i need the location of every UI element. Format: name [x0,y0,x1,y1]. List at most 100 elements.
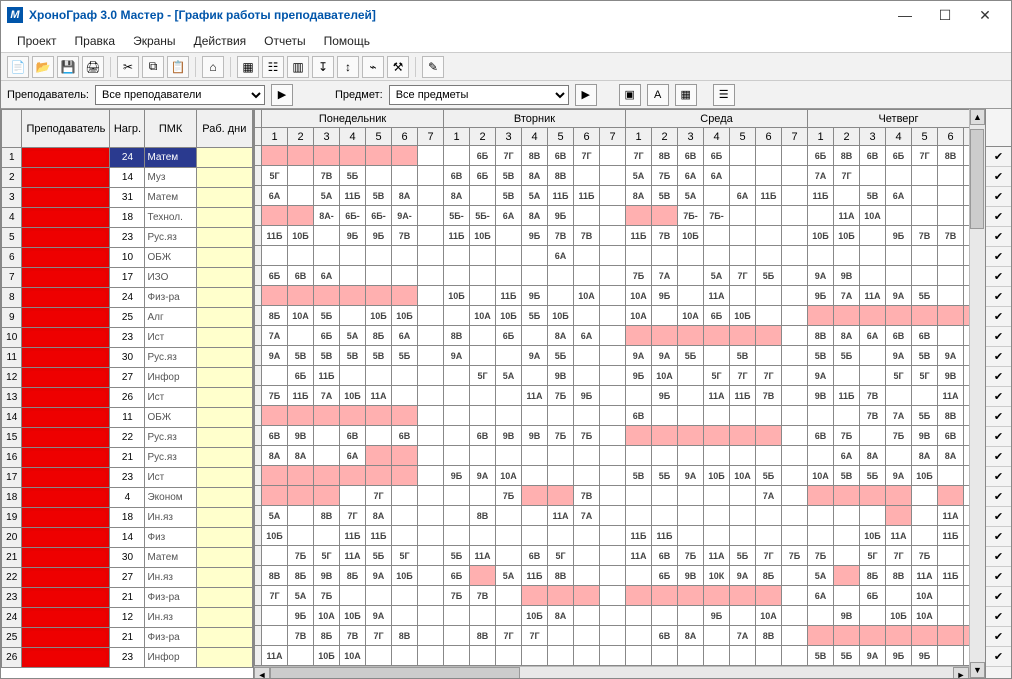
schedule-cell[interactable]: 8А [522,166,548,186]
schedule-cell[interactable] [938,466,964,486]
schedule-cell[interactable]: 7Б [886,426,912,446]
schedule-cell[interactable] [730,506,756,526]
view-btn-3[interactable]: ▦ [675,84,697,106]
schedule-cell[interactable]: 9В [314,566,340,586]
schedule-cell[interactable] [782,406,808,426]
schedule-cell[interactable] [756,146,782,166]
schedule-cell[interactable] [600,266,626,286]
schedule-cell[interactable] [782,346,808,366]
schedule-cell[interactable]: 8В [548,166,574,186]
schedule-cell[interactable]: 6В [392,426,418,446]
schedule-cell[interactable]: 9В [496,426,522,446]
schedule-cell[interactable] [704,446,730,466]
schedule-cell[interactable] [808,526,834,546]
schedule-cell[interactable]: 10Б [886,606,912,626]
schedule-cell[interactable] [834,246,860,266]
schedule-cell[interactable]: 5В [366,186,392,206]
schedule-cell[interactable]: 7Б [548,386,574,406]
schedule-cell[interactable] [496,246,522,266]
schedule-cell[interactable] [782,646,808,666]
table-row[interactable]: 2227Ин.яз [2,568,253,588]
schedule-cell[interactable] [366,286,392,306]
schedule-cell[interactable]: 10Б [808,226,834,246]
schedule-cell[interactable] [470,406,496,426]
schedule-cell[interactable] [886,446,912,466]
schedule-cell[interactable]: 8А [912,446,938,466]
schedule-cell[interactable]: 9А [678,466,704,486]
schedule-cell[interactable] [574,606,600,626]
horizontal-scrollbar[interactable]: ◄► [254,666,969,678]
schedule-cell[interactable] [600,226,626,246]
schedule-cell[interactable] [808,446,834,466]
teacher-filter-select[interactable]: Все преподаватели [95,85,265,105]
table-row[interactable]: 2623Инфор [2,648,253,668]
schedule-cell[interactable]: 7Б [834,426,860,446]
schedule-cell[interactable] [418,386,444,406]
row-check-icon[interactable]: ✔ [986,407,1011,427]
schedule-cell[interactable]: 11А [262,646,288,666]
schedule-cell[interactable]: 5А [340,326,366,346]
schedule-cell[interactable]: 9А [860,646,886,666]
schedule-cell[interactable] [574,566,600,586]
schedule-cell[interactable] [704,486,730,506]
schedule-cell[interactable]: 11Б [938,526,964,546]
schedule-cell[interactable] [574,266,600,286]
schedule-cell[interactable]: 5А [288,586,314,606]
schedule-cell[interactable]: 6В [444,166,470,186]
schedule-cell[interactable] [522,246,548,266]
schedule-cell[interactable]: 7Г [366,626,392,646]
schedule-cell[interactable]: 7А [808,166,834,186]
schedule-cell[interactable] [418,446,444,466]
table-row[interactable]: 418Технол. [2,208,253,228]
table-row[interactable]: 925Алг [2,308,253,328]
schedule-cell[interactable] [730,486,756,506]
schedule-cell[interactable]: 9Б [704,606,730,626]
schedule-cell[interactable]: 7Б [808,546,834,566]
schedule-cell[interactable] [860,426,886,446]
schedule-cell[interactable] [626,246,652,266]
table-row[interactable]: 610ОБЖ [2,248,253,268]
schedule-cell[interactable]: 6Б [860,586,886,606]
schedule-cell[interactable] [678,386,704,406]
col-pmk[interactable]: ПМК [145,110,196,148]
table-row[interactable]: 1621Рус.яз [2,448,253,468]
schedule-cell[interactable] [678,426,704,446]
schedule-cell[interactable] [262,146,288,166]
schedule-cell[interactable]: 8Б [756,566,782,586]
schedule-cell[interactable] [496,586,522,606]
schedule-cell[interactable]: 9Б [522,286,548,306]
schedule-cell[interactable]: 8В [548,566,574,586]
schedule-cell[interactable] [314,286,340,306]
schedule-cell[interactable] [444,646,470,666]
schedule-cell[interactable] [470,186,496,206]
schedule-cell[interactable]: 5Б [730,546,756,566]
schedule-cell[interactable]: 9В [678,566,704,586]
schedule-cell[interactable]: 7Г [756,546,782,566]
table-row[interactable]: 2412Ин.яз [2,608,253,628]
schedule-cell[interactable]: 7В [652,226,678,246]
row-check-icon[interactable]: ✔ [986,587,1011,607]
schedule-cell[interactable] [340,406,366,426]
schedule-cell[interactable] [392,466,418,486]
schedule-cell[interactable] [314,246,340,266]
schedule-cell[interactable] [600,206,626,226]
schedule-cell[interactable]: 6В [886,326,912,346]
schedule-cell[interactable]: 6Б [704,306,730,326]
schedule-cell[interactable] [860,486,886,506]
schedule-cell[interactable] [314,406,340,426]
schedule-cell[interactable] [730,226,756,246]
schedule-cell[interactable] [340,586,366,606]
schedule-cell[interactable] [782,606,808,626]
schedule-cell[interactable] [288,166,314,186]
schedule-cell[interactable] [600,146,626,166]
schedule-cell[interactable] [678,406,704,426]
schedule-cell[interactable]: 8А [522,206,548,226]
schedule-cell[interactable] [938,606,964,626]
schedule-cell[interactable] [808,406,834,426]
minimize-button[interactable]: — [885,4,925,26]
table-row[interactable]: 523Рус.яз [2,228,253,248]
schedule-cell[interactable] [470,566,496,586]
schedule-cell[interactable]: 5Б- [470,206,496,226]
schedule-cell[interactable]: 7В [938,226,964,246]
schedule-cell[interactable] [314,466,340,486]
